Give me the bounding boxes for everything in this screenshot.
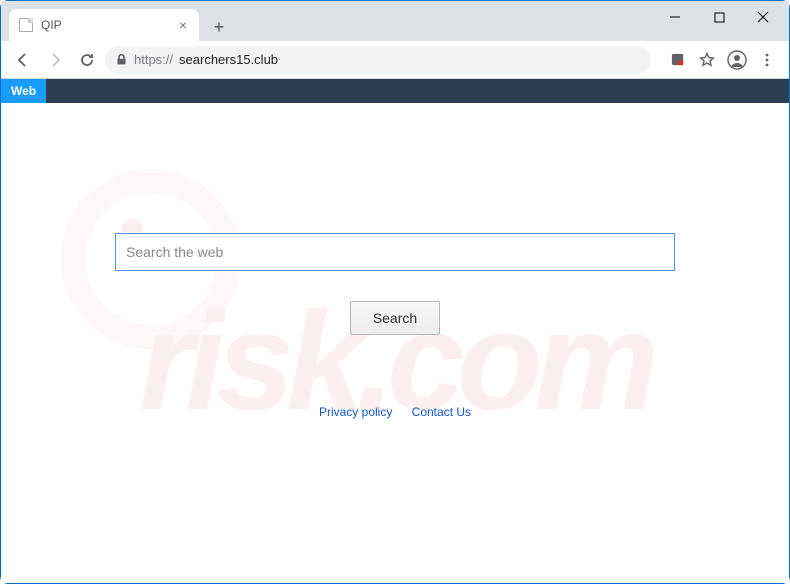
url-protocol: https:// (134, 52, 173, 67)
close-icon[interactable]: × (177, 17, 189, 33)
url-host: searchers15.club (179, 52, 278, 67)
page-content: Web risk.com Search Privacy policy Conta… (1, 79, 789, 583)
minimize-button[interactable] (653, 1, 697, 33)
menu-icon[interactable] (753, 46, 781, 74)
browser-titlebar: QIP × + (1, 1, 789, 41)
contact-us-link[interactable]: Contact Us (412, 405, 471, 419)
site-nav-bar: Web (1, 79, 789, 103)
window-controls (653, 1, 785, 33)
extension-icon[interactable] (663, 46, 691, 74)
close-window-button[interactable] (741, 1, 785, 33)
nav-tab-web[interactable]: Web (1, 79, 46, 103)
tab-title: QIP (41, 18, 169, 32)
browser-toolbar: https:// searchers15.club (1, 41, 789, 79)
maximize-button[interactable] (697, 1, 741, 33)
address-bar[interactable]: https:// searchers15.club (105, 46, 651, 74)
back-button[interactable] (9, 46, 37, 74)
new-tab-button[interactable]: + (205, 13, 233, 41)
profile-avatar-icon[interactable] (723, 46, 751, 74)
privacy-policy-link[interactable]: Privacy policy (319, 405, 392, 419)
browser-tab[interactable]: QIP × (9, 9, 199, 41)
lock-icon (115, 53, 128, 66)
search-button[interactable]: Search (350, 301, 440, 335)
forward-button[interactable] (41, 46, 69, 74)
search-input[interactable] (115, 233, 675, 271)
footer-links: Privacy policy Contact Us (311, 405, 479, 419)
reload-button[interactable] (73, 46, 101, 74)
bookmark-star-icon[interactable] (693, 46, 721, 74)
page-icon (19, 18, 33, 32)
